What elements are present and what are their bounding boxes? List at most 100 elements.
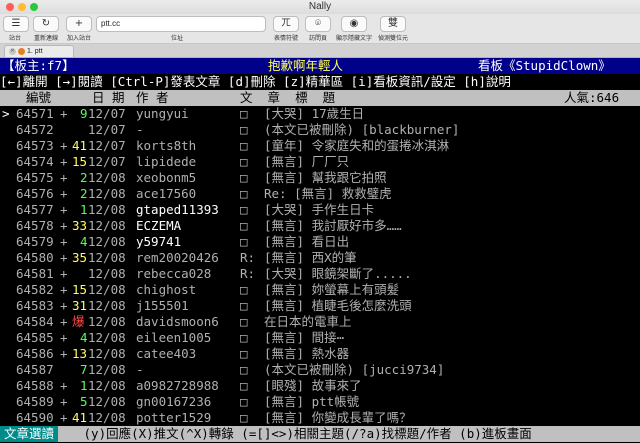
tab-label: 1. ptt <box>27 48 43 55</box>
post-push-count: 5 <box>80 394 88 409</box>
post-mark: + <box>60 266 68 281</box>
post-title[interactable]: [無言] 熱水器 <box>264 346 349 362</box>
post-row[interactable]: 64580 +35 12/08 rem20020426 R: [無言] 西X的筆 <box>0 250 640 266</box>
double-byte-icon: 雙 <box>380 16 406 32</box>
post-author[interactable]: potter1529 <box>136 410 211 426</box>
post-author[interactable]: korts8th <box>136 138 196 154</box>
post-read-box: □ <box>240 410 248 425</box>
visit-page-button[interactable]: ⌾ 訪問頁 <box>302 16 334 42</box>
post-number: 64588 <box>16 378 54 393</box>
post-title[interactable]: [眼殘] 故事來了 <box>264 378 362 394</box>
post-title[interactable]: [無言] 看日出 <box>264 234 349 250</box>
post-author[interactable]: lipidede <box>136 154 196 170</box>
double-byte-button[interactable]: 雙 偵測雙位元 <box>376 16 410 42</box>
post-author[interactable]: - <box>136 362 144 378</box>
post-date: 12/08 <box>88 266 126 281</box>
help-line: [←]離開 [→]閱讀 [Ctrl-P]發表文章 [d]刪除 [z]精華區 [i… <box>0 74 511 89</box>
post-date: 12/08 <box>88 378 126 393</box>
post-author[interactable]: gn00167236 <box>136 394 211 410</box>
post-number: 64574 <box>16 154 54 169</box>
post-author[interactable]: yungyui <box>136 106 189 122</box>
post-row[interactable]: 64579 +4 12/08 y59741 □ [無言] 看日出 <box>0 234 640 250</box>
post-title[interactable]: Re: [無言] 救救璧虎 <box>264 186 392 202</box>
post-title[interactable]: (本文已被刪除) [jucci9734] <box>264 362 444 378</box>
post-row[interactable]: 64587 7 12/08- □ (本文已被刪除) [jucci9734] <box>0 362 640 378</box>
post-author[interactable]: rem20020426 <box>136 250 219 266</box>
post-title[interactable]: [無言] 植睫毛後怎麼洗頭 <box>264 298 412 314</box>
post-row[interactable]: 64574 +15 12/07 lipidede □ [無言] 厂厂只 <box>0 154 640 170</box>
post-date: 12/08 <box>88 298 126 313</box>
post-row[interactable]: 64577 +1 12/08 gtaped11393 □ [大哭] 手作生日卡 <box>0 202 640 218</box>
add-site-button[interactable]: + 加入站台 <box>64 16 94 42</box>
post-row[interactable]: 64582 +15 12/08 chighost □ [無言] 妳螢幕上有頭髮 <box>0 282 640 298</box>
post-read-box: □ <box>240 346 248 361</box>
post-title[interactable]: [無言] 你變成長輩了嗎？ <box>264 410 412 426</box>
address-input[interactable]: ptt.cc <box>96 16 266 32</box>
post-author[interactable]: rebecca028 <box>136 266 211 282</box>
post-title[interactable]: [無言] 西X的筆 <box>264 250 357 266</box>
post-push-count: 13 <box>72 346 88 361</box>
post-row[interactable]: 64586 +13 12/08 catee403 □ [無言] 熱水器 <box>0 346 640 362</box>
post-row[interactable]: 64581 + 12/08 rebecca028 R: [大哭] 眼鏡架斷了..... <box>0 266 640 282</box>
post-title[interactable]: (本文已被刪除) [blackburner] <box>264 122 459 138</box>
post-title[interactable]: [無言] 我討厭好市多…… <box>264 218 402 234</box>
post-title[interactable]: [無言] 幫我跟它拍照 <box>264 170 387 186</box>
post-title[interactable]: [大哭] 17歲生日 <box>264 106 364 122</box>
show-hidden-text-button[interactable]: ◉ 顯示隱藏文字 <box>334 16 374 42</box>
post-row[interactable]: 64572 12/07- □ (本文已被刪除) [blackburner] <box>0 122 640 138</box>
zoom-window-icon[interactable] <box>30 3 38 11</box>
post-author[interactable]: gtaped11393 <box>136 202 219 218</box>
post-row[interactable]: 64589 +5 12/08 gn00167236 □ [無言] ptt帳號 <box>0 394 640 410</box>
post-author[interactable]: - <box>136 122 144 138</box>
post-row[interactable]: 64575 +2 12/08 xeobonm5 □ [無言] 幫我跟它拍照 <box>0 170 640 186</box>
post-author[interactable]: xeobonm5 <box>136 170 196 186</box>
post-author[interactable]: ECZEMA <box>136 218 181 234</box>
post-push-count: 31 <box>72 298 88 313</box>
post-title[interactable]: [無言] 妳螢幕上有頭髮 <box>264 282 399 298</box>
post-push-count: 41 <box>72 138 88 153</box>
post-title[interactable]: 在日本的電車上 <box>264 314 352 330</box>
post-row[interactable]: 64584 + 爆 12/08 davidsmoon6 □ 在日本的電車上 <box>0 314 640 330</box>
sites-button[interactable]: ☰ 站台 <box>3 16 29 42</box>
post-author[interactable]: chighost <box>136 282 196 298</box>
post-title[interactable]: [大哭] 手作生日卡 <box>264 202 374 218</box>
post-read-box: □ <box>240 282 248 297</box>
post-author[interactable]: eileen1005 <box>136 330 211 346</box>
post-row[interactable]: 64585 +4 12/08 eileen1005 □ [無言] 間接⋯ <box>0 330 640 346</box>
post-number: 64575 <box>16 170 54 185</box>
post-date: 12/08 <box>88 202 126 217</box>
post-mark: + <box>60 250 68 265</box>
post-row[interactable]: >64571 +9 12/07 yungyui □ [大哭] 17歲生日 <box>0 106 640 122</box>
post-row[interactable]: 64573 +41 12/07 korts8th □ [童年] 令家庭失和的蛋捲冰淇淋 <box>0 138 640 154</box>
visit-page-label: 訪問頁 <box>308 36 327 42</box>
post-row[interactable]: 64588 +1 12/08 a0982728988 □ [眼殘] 故事來了 <box>0 378 640 394</box>
tab-bar: ✕ 1. ptt <box>0 44 640 58</box>
post-row[interactable]: 64583 +31 12/08 j155501 □ [無言] 植睫毛後怎麼洗頭 <box>0 298 640 314</box>
post-author[interactable]: catee403 <box>136 346 196 362</box>
post-read-box: □ <box>240 186 248 201</box>
emoticon-button[interactable]: ㄫ 表情符號 <box>270 16 302 42</box>
post-title[interactable]: [無言] 厂厂只 <box>264 154 349 170</box>
post-author[interactable]: y59741 <box>136 234 181 250</box>
post-author[interactable]: davidsmoon6 <box>136 314 219 330</box>
close-tab-icon[interactable]: ✕ <box>9 48 16 55</box>
post-push-count: 35 <box>72 250 88 265</box>
terminal-screen[interactable]: 【板主:f7】 抱歉啊年輕人 看板《StupidClown》 [←]離開 [→]… <box>0 58 640 443</box>
post-row[interactable]: 64576 +2 12/08 ace17560 □ Re: [無言] 救救璧虎 <box>0 186 640 202</box>
address-caption: 位址 <box>171 36 184 42</box>
visit-page-icon: ⌾ <box>305 16 331 32</box>
reconnect-button[interactable]: ↻ 重新連線 <box>31 16 61 42</box>
post-author[interactable]: j155501 <box>136 298 189 314</box>
post-author[interactable]: ace17560 <box>136 186 196 202</box>
post-read-box: □ <box>240 154 248 169</box>
tab-ptt[interactable]: ✕ 1. ptt <box>4 45 74 57</box>
post-title[interactable]: [童年] 令家庭失和的蛋捲冰淇淋 <box>264 138 449 154</box>
post-title[interactable]: [大哭] 眼鏡架斷了..... <box>264 266 412 282</box>
post-title[interactable]: [無言] ptt帳號 <box>264 394 359 410</box>
post-author[interactable]: a0982728988 <box>136 378 219 394</box>
post-row[interactable]: 64590 +41 12/08 potter1529 □ [無言] 你變成長輩了嗎？ <box>0 410 640 426</box>
close-window-icon[interactable] <box>6 3 14 11</box>
post-title[interactable]: [無言] 間接⋯ <box>264 330 344 346</box>
minimize-window-icon[interactable] <box>18 3 26 11</box>
post-row[interactable]: 64578 +33 12/08 ECZEMA □ [無言] 我討厭好市多…… <box>0 218 640 234</box>
